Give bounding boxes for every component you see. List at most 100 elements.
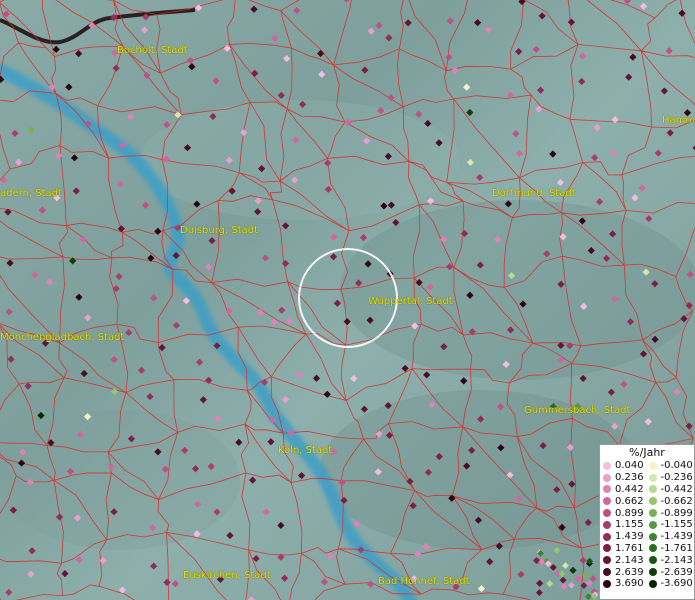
- data-marker[interactable]: [644, 418, 652, 426]
- data-marker[interactable]: [171, 580, 179, 588]
- data-marker[interactable]: [172, 321, 181, 329]
- data-marker[interactable]: [281, 259, 290, 268]
- data-marker[interactable]: [116, 180, 124, 189]
- data-marker[interactable]: [199, 396, 207, 404]
- data-marker[interactable]: [6, 259, 14, 267]
- data-marker[interactable]: [205, 376, 213, 384]
- data-marker[interactable]: [558, 570, 566, 578]
- data-marker[interactable]: [150, 294, 158, 302]
- data-marker[interactable]: [250, 5, 258, 13]
- data-marker[interactable]: [79, 235, 87, 244]
- data-marker[interactable]: [591, 153, 599, 162]
- data-marker[interactable]: [451, 66, 459, 74]
- data-marker[interactable]: [278, 306, 286, 314]
- data-marker[interactable]: [578, 52, 587, 60]
- data-marker[interactable]: [678, 9, 686, 17]
- data-marker[interactable]: [27, 126, 35, 134]
- data-marker[interactable]: [460, 377, 468, 385]
- data-marker[interactable]: [212, 77, 220, 85]
- data-marker[interactable]: [80, 369, 88, 378]
- data-marker[interactable]: [535, 589, 543, 596]
- data-marker[interactable]: [330, 233, 338, 241]
- data-marker[interactable]: [285, 317, 293, 325]
- data-marker[interactable]: [515, 149, 523, 158]
- data-marker[interactable]: [367, 580, 375, 588]
- data-marker[interactable]: [15, 158, 23, 166]
- data-marker[interactable]: [595, 198, 604, 206]
- data-marker[interactable]: [532, 45, 540, 53]
- data-marker[interactable]: [247, 596, 255, 600]
- data-marker[interactable]: [638, 184, 646, 192]
- data-marker[interactable]: [38, 206, 47, 214]
- data-marker[interactable]: [620, 380, 628, 388]
- data-marker[interactable]: [75, 556, 83, 564]
- data-marker[interactable]: [350, 374, 358, 383]
- data-marker[interactable]: [188, 63, 196, 71]
- data-marker[interactable]: [579, 556, 587, 564]
- data-marker[interactable]: [426, 197, 435, 205]
- data-marker[interactable]: [414, 550, 422, 558]
- data-marker[interactable]: [343, 0, 350, 3]
- data-marker[interactable]: [262, 508, 270, 516]
- data-marker[interactable]: [312, 374, 321, 382]
- data-marker[interactable]: [24, 382, 32, 390]
- data-marker[interactable]: [607, 388, 616, 396]
- data-marker[interactable]: [538, 12, 546, 20]
- data-marker[interactable]: [31, 271, 39, 279]
- data-marker[interactable]: [375, 21, 383, 30]
- data-marker[interactable]: [536, 579, 544, 587]
- data-marker[interactable]: [593, 124, 601, 132]
- data-marker[interactable]: [574, 575, 582, 583]
- data-marker[interactable]: [415, 110, 423, 118]
- data-marker[interactable]: [261, 254, 270, 262]
- data-marker[interactable]: [75, 293, 83, 301]
- data-marker[interactable]: [281, 222, 290, 230]
- data-marker[interactable]: [150, 562, 158, 570]
- data-marker[interactable]: [326, 552, 334, 560]
- data-marker[interactable]: [146, 392, 154, 401]
- data-marker[interactable]: [280, 574, 289, 582]
- data-marker[interactable]: [281, 396, 290, 404]
- data-marker[interactable]: [359, 234, 368, 242]
- data-marker[interactable]: [270, 34, 279, 42]
- data-marker[interactable]: [567, 18, 576, 26]
- data-marker[interactable]: [609, 149, 617, 157]
- data-marker[interactable]: [323, 390, 331, 398]
- data-marker[interactable]: [295, 371, 303, 379]
- data-marker[interactable]: [110, 355, 118, 364]
- data-marker[interactable]: [673, 388, 681, 396]
- data-marker[interactable]: [318, 70, 326, 78]
- data-marker[interactable]: [484, 26, 492, 34]
- data-marker[interactable]: [226, 531, 234, 540]
- data-marker[interactable]: [423, 371, 431, 379]
- data-marker[interactable]: [115, 272, 123, 281]
- data-marker[interactable]: [137, 366, 146, 374]
- data-marker[interactable]: [214, 415, 222, 423]
- data-marker[interactable]: [251, 69, 259, 77]
- data-marker[interactable]: [625, 73, 633, 81]
- data-marker[interactable]: [163, 578, 171, 586]
- map-view[interactable]: Bocholt, Stadt Hamm adern, Stadt Dortmund, …: [0, 0, 695, 600]
- data-marker[interactable]: [235, 438, 243, 446]
- data-marker[interactable]: [329, 253, 338, 261]
- data-marker[interactable]: [61, 570, 69, 578]
- data-marker[interactable]: [466, 108, 474, 117]
- data-marker[interactable]: [11, 129, 19, 138]
- data-marker[interactable]: [486, 558, 494, 566]
- data-marker[interactable]: [208, 237, 216, 245]
- data-marker[interactable]: [283, 55, 291, 63]
- data-marker[interactable]: [7, 355, 15, 363]
- data-marker[interactable]: [660, 87, 668, 95]
- data-marker[interactable]: [320, 578, 329, 586]
- data-marker[interactable]: [186, 56, 195, 64]
- data-marker[interactable]: [5, 588, 13, 596]
- data-marker[interactable]: [579, 374, 587, 383]
- data-marker[interactable]: [568, 581, 575, 589]
- data-marker[interactable]: [125, 328, 133, 337]
- data-marker[interactable]: [445, 53, 453, 62]
- data-marker[interactable]: [205, 263, 213, 271]
- data-marker[interactable]: [65, 83, 73, 91]
- data-marker[interactable]: [154, 227, 162, 235]
- data-marker[interactable]: [360, 405, 368, 413]
- data-marker[interactable]: [654, 149, 662, 157]
